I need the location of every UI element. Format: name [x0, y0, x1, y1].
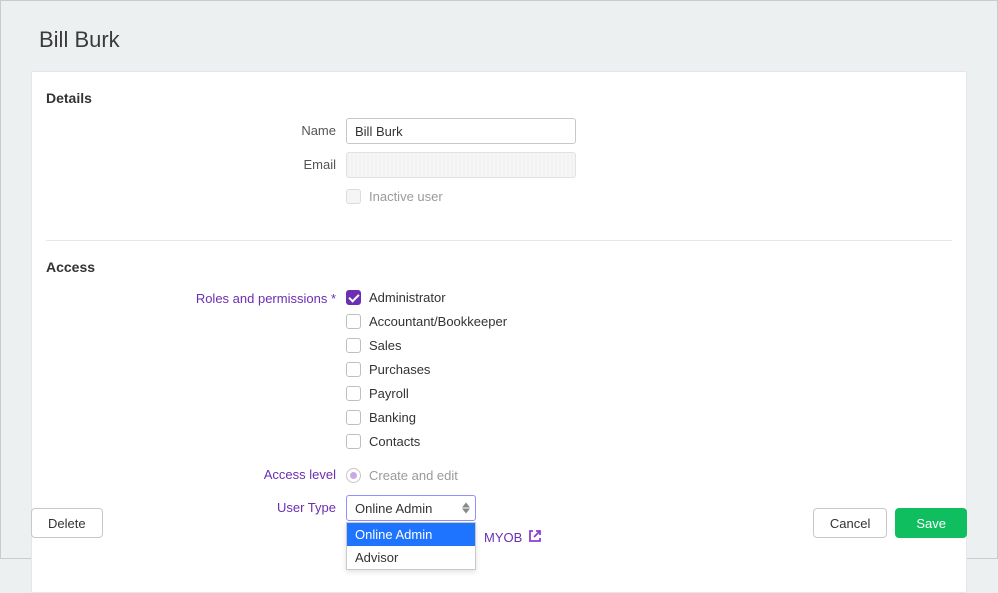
section-title-access: Access: [46, 259, 952, 275]
details-section: Details Name Email Inactive user: [46, 86, 952, 232]
section-title-details: Details: [46, 90, 952, 106]
role-label: Payroll: [369, 386, 409, 401]
role-label: Contacts: [369, 434, 420, 449]
role-checkbox[interactable]: [346, 362, 361, 377]
access-level-radio-row: Create and edit: [346, 468, 458, 483]
role-row[interactable]: Accountant/Bookkeeper: [346, 311, 507, 331]
role-checkbox[interactable]: [346, 410, 361, 425]
name-input[interactable]: [346, 118, 576, 144]
access-level-radio: [346, 468, 361, 483]
role-label: Accountant/Bookkeeper: [369, 314, 507, 329]
user-type-option[interactable]: Advisor: [347, 546, 475, 569]
role-row[interactable]: Administrator: [346, 287, 507, 307]
role-checkbox[interactable]: [346, 338, 361, 353]
inactive-user-checkbox: [346, 189, 361, 204]
role-row[interactable]: Purchases: [346, 359, 507, 379]
delete-button[interactable]: Delete: [31, 508, 103, 538]
page-title: Bill Burk: [1, 1, 997, 71]
role-row[interactable]: Sales: [346, 335, 507, 355]
role-row[interactable]: Payroll: [346, 383, 507, 403]
role-checkbox[interactable]: [346, 290, 361, 305]
email-input[interactable]: [346, 152, 576, 178]
cancel-button[interactable]: Cancel: [813, 508, 887, 538]
role-label: Administrator: [369, 290, 446, 305]
name-label: Name: [46, 119, 346, 143]
role-label: Banking: [369, 410, 416, 425]
footer-bar: Delete Cancel Save: [1, 492, 997, 558]
section-divider: [46, 240, 952, 241]
access-level-value: Create and edit: [369, 468, 458, 483]
role-checkbox[interactable]: [346, 386, 361, 401]
save-button[interactable]: Save: [895, 508, 967, 538]
user-type-option[interactable]: Online Admin: [347, 523, 475, 546]
user-type-dropdown: Online AdminAdvisor: [346, 522, 476, 570]
access-level-label: Access level: [46, 463, 346, 487]
inactive-user-checkbox-row: Inactive user: [346, 186, 443, 206]
role-checkbox[interactable]: [346, 434, 361, 449]
role-checkbox[interactable]: [346, 314, 361, 329]
role-row[interactable]: Banking: [346, 407, 507, 427]
role-row[interactable]: Contacts: [346, 431, 507, 451]
roles-list: Administrator Accountant/Bookkeeper Sales P…: [346, 287, 507, 455]
email-label: Email: [46, 153, 346, 177]
inactive-user-label: Inactive user: [369, 189, 443, 204]
role-label: Sales: [369, 338, 402, 353]
roles-label: Roles and permissions: [46, 287, 346, 311]
role-label: Purchases: [369, 362, 430, 377]
